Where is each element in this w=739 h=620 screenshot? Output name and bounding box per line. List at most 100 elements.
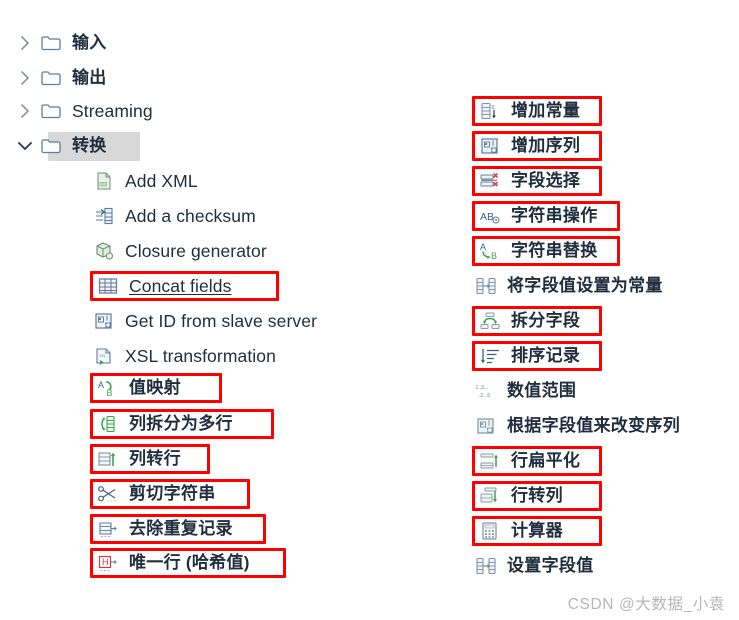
step-item-label: 唯一行 (哈希值) (129, 553, 250, 572)
slave-server-icon (92, 310, 116, 332)
svg-text:H: H (102, 557, 109, 567)
svg-text:1..3...: 1..3... (476, 385, 489, 391)
calculator-icon (478, 520, 502, 542)
step-item-label: XSL transformation (125, 346, 276, 366)
step-item[interactable]: 行扁平化 (472, 446, 602, 476)
svg-text:B: B (491, 251, 497, 261)
step-item-label: Concat fields (129, 276, 232, 296)
string-operations-icon: AB (478, 205, 502, 227)
chevron-right-icon[interactable] (12, 71, 38, 85)
step-item[interactable]: c 增加常量 (472, 96, 602, 126)
svg-text:XML: XML (100, 183, 107, 187)
svg-text:A: A (98, 380, 104, 390)
step-item[interactable]: Concat fields (90, 271, 279, 301)
step-item[interactable]: 剪切字符串 (90, 479, 250, 509)
scissors-icon (96, 483, 120, 505)
step-item[interactable]: AB 字符串操作 (472, 201, 620, 231)
row-flattener-icon (478, 450, 502, 472)
svg-text:A: A (480, 242, 486, 252)
step-item[interactable]: 1..3... ..2...5 数值范围 (474, 376, 576, 406)
grid-table-icon (96, 275, 120, 297)
unique-hash-icon: H (96, 552, 120, 574)
row-denormaliser-icon (96, 448, 120, 470)
step-item[interactable]: A B 字符串替换 (472, 236, 620, 266)
step-item-label: 行转列 (511, 486, 563, 505)
checksum-icon (92, 205, 116, 227)
step-item-label: 拆分字段 (511, 311, 581, 330)
step-item-label: Get ID from slave server (125, 311, 318, 331)
add-constants-icon: c (478, 100, 502, 122)
step-item-label: Add a checksum (125, 206, 256, 226)
replace-string-icon: AB (478, 240, 502, 262)
step-item-label: 将字段值设置为常量 (507, 276, 663, 295)
svg-text:..2...5: ..2...5 (478, 393, 491, 399)
step-item[interactable]: Add a checksum (92, 201, 256, 231)
step-item-label: 设置字段值 (507, 556, 594, 575)
folder-icon (38, 35, 64, 51)
step-item-label: 剪切字符串 (129, 484, 216, 503)
tree-node-3[interactable]: Streaming (12, 96, 153, 126)
svg-text:B: B (107, 388, 113, 398)
step-item-label: 字符串操作 (511, 206, 598, 225)
unique-rows-icon (96, 518, 120, 540)
tree-node-1[interactable]: 输入 (12, 28, 107, 58)
chevron-right-icon[interactable] (12, 104, 38, 118)
step-item[interactable]: XSL XSL transformation (92, 341, 276, 371)
step-item[interactable]: 根据字段值来改变序列 (474, 411, 680, 441)
step-item[interactable]: 列转行 (90, 444, 210, 474)
number-range-icon: 1..3... ..2...5 (474, 380, 498, 402)
xsl-transform-icon: XSL (92, 345, 116, 367)
select-values-icon (478, 170, 502, 192)
tree-node-label: 输出 (72, 68, 107, 87)
step-item[interactable]: 行转列 (472, 481, 602, 511)
step-item-label: 字段选择 (511, 171, 581, 190)
change-sequence-icon (474, 415, 498, 437)
value-mapper-icon: AB (96, 377, 120, 399)
tree-node-label: Streaming (72, 101, 153, 121)
step-item[interactable]: 去除重复记录 (90, 514, 266, 544)
step-item[interactable]: 排序记录 (472, 341, 602, 371)
step-item[interactable]: 设置字段值 (474, 551, 594, 581)
sort-rows-icon (478, 345, 502, 367)
step-item[interactable]: 将字段值设置为常量 (474, 271, 663, 301)
step-item-label: Closure generator (125, 241, 267, 261)
step-item-label: 行扁平化 (511, 451, 581, 470)
step-item-label: 排序记录 (511, 346, 581, 365)
step-item[interactable]: 字段选择 (472, 166, 602, 196)
step-item[interactable]: 列拆分为多行 (90, 409, 274, 439)
step-item[interactable]: A B 值映射 (90, 373, 222, 403)
step-item[interactable]: 增加序列 (472, 131, 602, 161)
watermark-text: CSDN @大数据_小袁 (567, 596, 725, 613)
step-item-label: 增加常量 (511, 101, 581, 120)
set-field-value-constant-icon (474, 275, 498, 297)
step-item-label: Add XML (125, 171, 198, 191)
step-item[interactable]: 拆分字段 (472, 306, 602, 336)
step-item-label: 增加序列 (511, 136, 581, 155)
step-item[interactable]: Closure generator (92, 236, 267, 266)
step-item-label: 值映射 (129, 378, 181, 397)
tree-node-label: 转换 (72, 136, 107, 155)
step-item-label: 去除重复记录 (129, 519, 233, 538)
split-field-rows-icon (96, 413, 120, 435)
step-item[interactable]: H 唯一行 (哈希值) (90, 548, 286, 578)
step-item-label: 根据字段值来改变序列 (507, 416, 680, 435)
svg-text:AB: AB (480, 211, 494, 223)
tree-node-2[interactable]: 输出 (12, 63, 107, 93)
step-tree-panel: 输入输出 Streaming 转换 XML Add XML Add a checksum… (0, 0, 739, 620)
tree-node-label: 输入 (72, 33, 107, 52)
step-item[interactable]: XML Add XML (92, 166, 198, 196)
set-field-value-icon (474, 555, 498, 577)
step-item[interactable]: 计算器 (472, 516, 602, 546)
step-item-label: 列拆分为多行 (129, 414, 233, 433)
xml-document-icon: XML (92, 170, 116, 192)
folder-icon (38, 138, 64, 154)
chevron-down-icon[interactable] (12, 141, 38, 151)
step-item[interactable]: Get ID from slave server (92, 306, 317, 336)
row-normaliser-icon (478, 485, 502, 507)
step-item-label: 计算器 (511, 521, 563, 540)
folder-icon (38, 103, 64, 119)
step-item-label: 字符串替换 (511, 241, 598, 260)
tree-node-4[interactable]: 转换 (12, 131, 107, 161)
folder-icon (38, 70, 64, 86)
chevron-right-icon[interactable] (12, 36, 38, 50)
